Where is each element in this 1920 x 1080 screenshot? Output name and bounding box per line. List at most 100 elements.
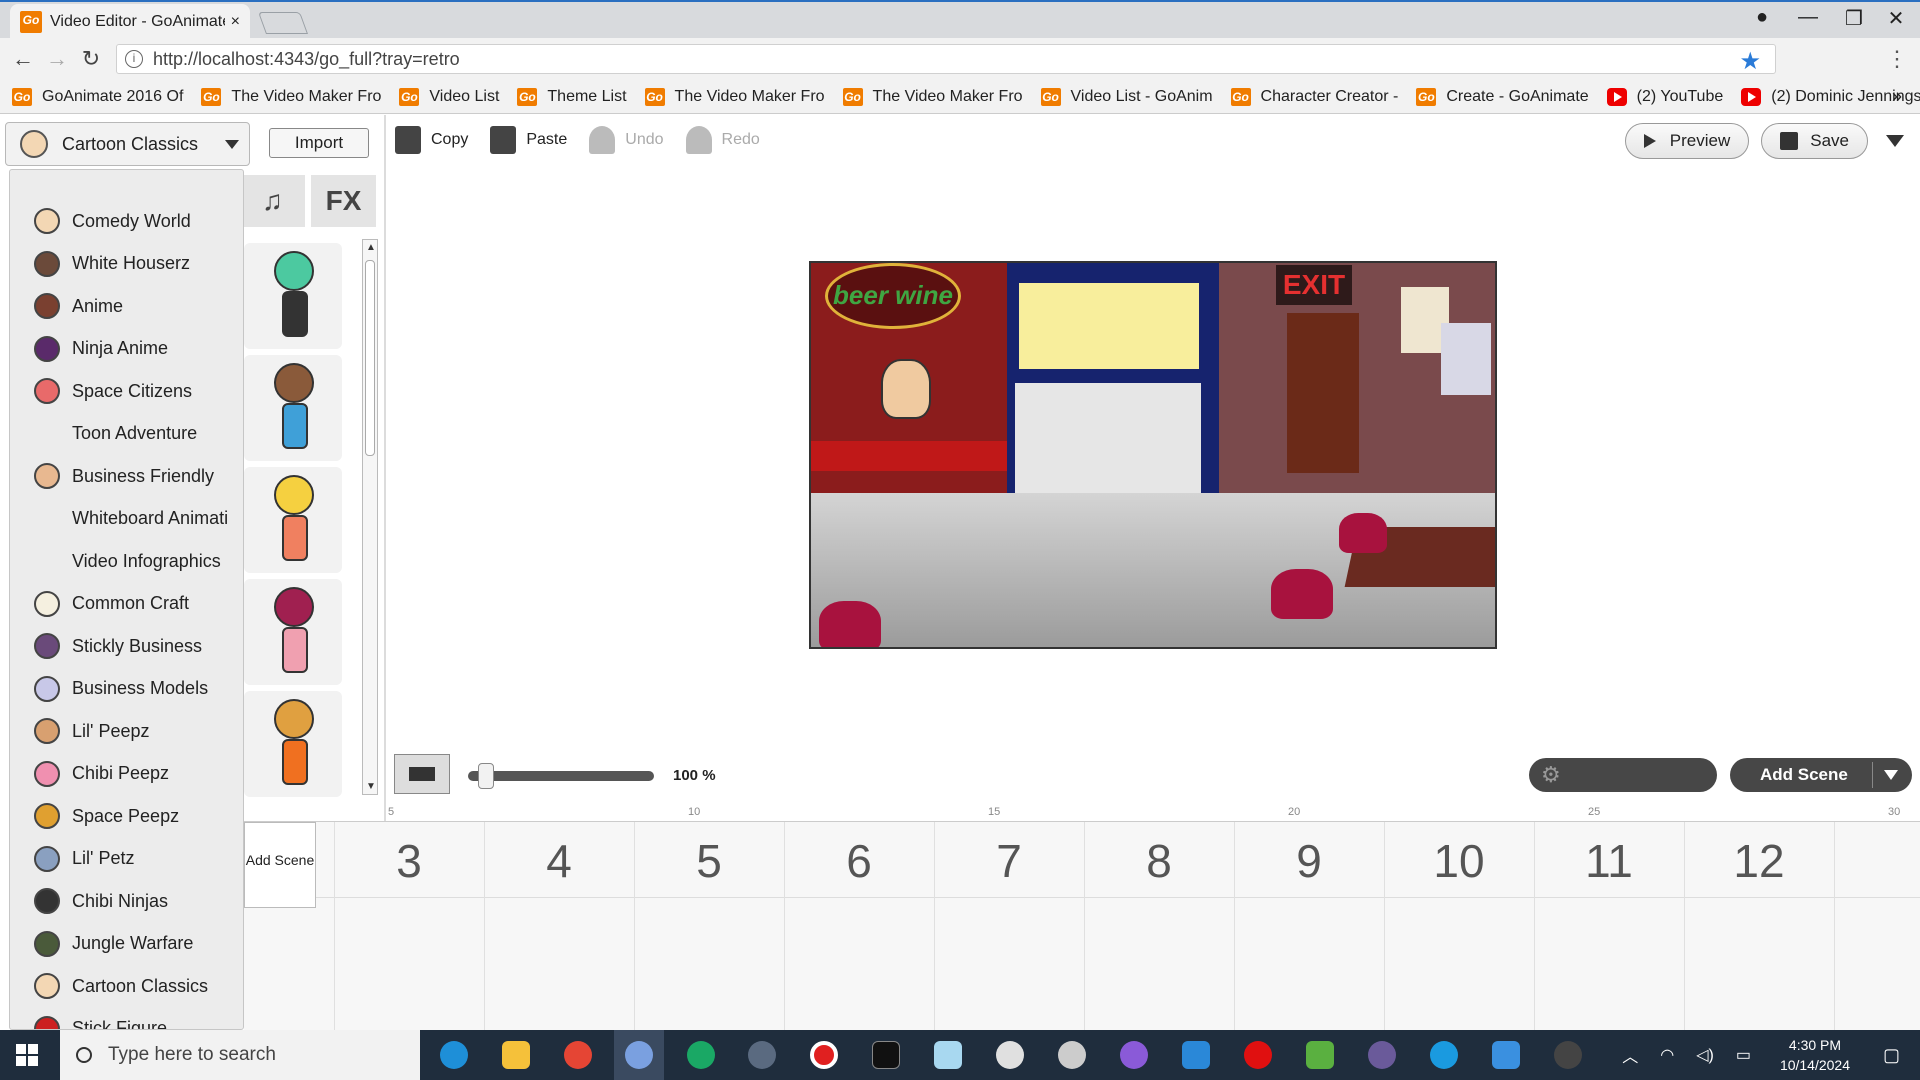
scene-stage[interactable]: beer wine EXIT: [809, 261, 1497, 649]
theme-menu-item[interactable]: Comedy World: [10, 200, 243, 243]
redo-button[interactable]: Redo: [685, 123, 760, 157]
app-chat-icon[interactable]: [1306, 1041, 1334, 1069]
theme-menu-item[interactable]: Lil' Peepz: [10, 710, 243, 753]
scene-slot-number[interactable]: 10: [1384, 834, 1534, 888]
theme-menu-item[interactable]: Cartoon Classics: [10, 965, 243, 1008]
notifications-icon[interactable]: ▢: [1883, 1045, 1900, 1066]
bookmark-item[interactable]: Go Create - GoAnimate: [1416, 87, 1589, 106]
browser-menu-icon[interactable]: ⋮: [1886, 46, 1908, 72]
scrollbar-thumb[interactable]: [365, 260, 375, 456]
theme-menu-item[interactable]: Business Friendly: [10, 455, 243, 498]
stage-bartender-character[interactable]: [881, 359, 931, 419]
ff-app-icon[interactable]: [1554, 1041, 1582, 1069]
tab-close-icon[interactable]: ×: [231, 13, 240, 31]
url-field[interactable]: i http://localhost:4343/go_full?tray=ret…: [116, 44, 1776, 76]
bookmark-item[interactable]: Go Video List - GoAnim: [1040, 87, 1213, 106]
character-asset[interactable]: [244, 691, 342, 797]
vscode-icon[interactable]: [1182, 1041, 1210, 1069]
browser-tab[interactable]: Go Video Editor - GoAnimate ×: [10, 4, 250, 40]
copy-button[interactable]: Copy: [395, 123, 468, 157]
bookmark-item[interactable]: (2) YouTube: [1606, 87, 1723, 106]
battery-icon[interactable]: ▭: [1736, 1045, 1751, 1065]
chrome-icon[interactable]: [564, 1041, 592, 1069]
theme-menu-item[interactable]: Business Models: [10, 668, 243, 711]
chrome-alt-icon[interactable]: [625, 1041, 653, 1069]
site-info-icon[interactable]: i: [125, 50, 143, 68]
scene-thumbnail-button[interactable]: [394, 754, 450, 794]
theme-menu-item[interactable]: Toon Adventure: [10, 413, 243, 456]
theme-menu-item[interactable]: Jungle Warfare: [10, 923, 243, 966]
import-button[interactable]: Import: [269, 128, 369, 158]
more-options-icon[interactable]: [1886, 135, 1904, 147]
skype-icon[interactable]: [1430, 1041, 1458, 1069]
theme-menu-item[interactable]: Chibi Ninjas: [10, 880, 243, 923]
theme-menu-item[interactable]: White Houserz: [10, 243, 243, 286]
tray-chevron-icon[interactable]: ︿: [1622, 1043, 1638, 1067]
bookmark-item[interactable]: Go The Video Maker Fro: [842, 87, 1023, 106]
bookmark-item[interactable]: Go Theme List: [517, 87, 627, 106]
theme-menu-item[interactable]: Stick Figure: [10, 1008, 243, 1029]
notepad-icon[interactable]: [934, 1041, 962, 1069]
bookmarks-more-icon[interactable]: »: [1892, 86, 1902, 107]
undo-button[interactable]: Undo: [589, 123, 664, 157]
theme-menu-item[interactable]: Ninja Anime: [10, 328, 243, 371]
github-icon[interactable]: [1120, 1041, 1148, 1069]
theme-menu-item[interactable]: Anime: [10, 285, 243, 328]
bookmark-star-icon[interactable]: ★: [1739, 47, 1761, 76]
reload-icon[interactable]: ↻: [74, 46, 108, 72]
settings-icon[interactable]: [1058, 1041, 1086, 1069]
forward-icon[interactable]: →: [40, 46, 74, 72]
minimize-icon[interactable]: —: [1788, 6, 1828, 29]
scene-slot-number[interactable]: 12: [1684, 834, 1834, 888]
back-icon[interactable]: ←: [6, 46, 40, 72]
scene-slot-number[interactable]: 5: [634, 834, 784, 888]
preview-button[interactable]: Preview: [1624, 123, 1750, 159]
scroll-down-icon[interactable]: ▼: [366, 781, 376, 792]
taskbar-clock[interactable]: 4:30 PM 10/14/2024: [1773, 1035, 1857, 1075]
theme-menu-item[interactable]: Chibi Peepz: [10, 753, 243, 796]
taskbar-search[interactable]: Type here to search: [60, 1030, 420, 1080]
save-button[interactable]: Save: [1761, 123, 1868, 159]
paste-button[interactable]: Paste: [490, 123, 567, 157]
bookmark-item[interactable]: Go The Video Maker Fro: [644, 87, 825, 106]
scene-slot-number[interactable]: 3: [334, 834, 484, 888]
scene-settings-button[interactable]: ⚙: [1529, 758, 1717, 792]
bookmark-item[interactable]: Go The Video Maker Fro: [201, 87, 381, 106]
record-icon[interactable]: [810, 1041, 838, 1069]
character-asset[interactable]: [244, 467, 342, 573]
theme-selector[interactable]: Cartoon Classics: [5, 122, 250, 166]
theme-menu-item[interactable]: Space Citizens: [10, 370, 243, 413]
media-player-icon[interactable]: [1368, 1041, 1396, 1069]
zoom-slider[interactable]: [468, 763, 654, 789]
new-tab-button[interactable]: [257, 12, 309, 34]
close-window-icon[interactable]: ✕: [1876, 6, 1916, 31]
bookmark-item[interactable]: Go Video List: [399, 87, 499, 106]
theme-menu-item[interactable]: Lil' Petz: [10, 838, 243, 881]
windows-start-icon[interactable]: [16, 1044, 38, 1066]
opera-icon[interactable]: [1244, 1041, 1272, 1069]
theme-menu-item[interactable]: Video Infographics: [10, 540, 243, 583]
scene-slot-number[interactable]: 4: [484, 834, 634, 888]
character-asset[interactable]: [244, 579, 342, 685]
add-scene-dropdown-icon[interactable]: [1884, 770, 1898, 780]
tab-music[interactable]: ♫: [240, 175, 305, 227]
asset-scrollbar[interactable]: ▲ ▼: [362, 239, 378, 795]
character-asset[interactable]: [244, 243, 342, 349]
timeline-add-scene-button[interactable]: Add Scene: [244, 822, 316, 908]
add-scene-button[interactable]: Add Scene: [1730, 758, 1912, 792]
scroll-up-icon[interactable]: ▲: [366, 242, 376, 253]
edge-icon[interactable]: [440, 1041, 468, 1069]
scene-slot-number[interactable]: 7: [934, 834, 1084, 888]
scene-slot-number[interactable]: 11: [1534, 834, 1684, 888]
theme-menu-item[interactable]: Common Craft: [10, 583, 243, 626]
paint-icon[interactable]: [1492, 1041, 1520, 1069]
theme-menu-item[interactable]: Stickly Business: [10, 625, 243, 668]
character-asset[interactable]: [244, 355, 342, 461]
profile-icon[interactable]: ●: [1742, 6, 1782, 29]
zoom-slider-knob[interactable]: [478, 763, 494, 789]
terminal-icon[interactable]: [872, 1041, 900, 1069]
atom-icon[interactable]: [748, 1041, 776, 1069]
clock-app-icon[interactable]: [996, 1041, 1024, 1069]
volume-icon[interactable]: ◁): [1696, 1045, 1714, 1065]
restore-icon[interactable]: ❐: [1834, 6, 1874, 31]
